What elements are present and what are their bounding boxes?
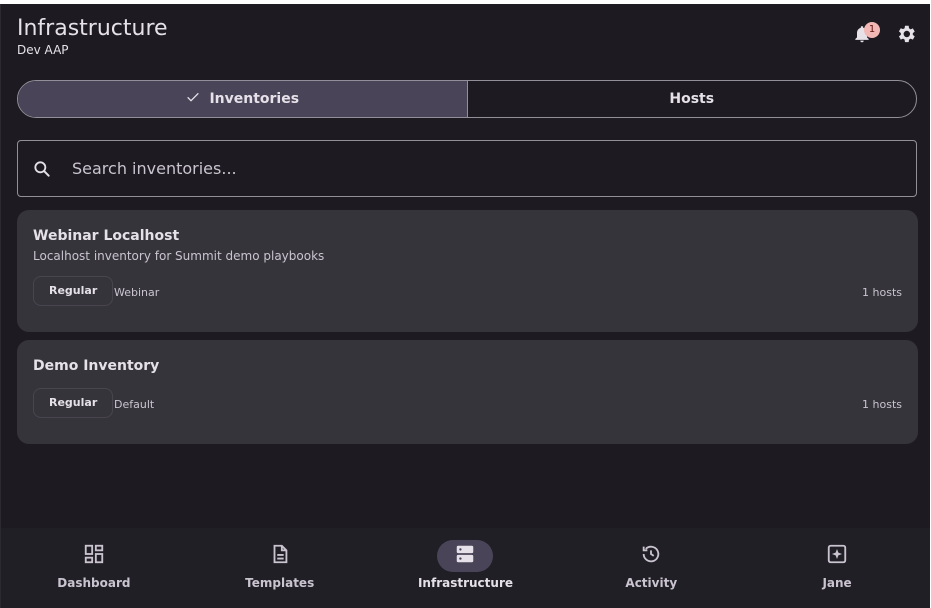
check-icon: [185, 89, 201, 109]
gear-icon: [895, 23, 917, 49]
dashboard-icon: [83, 543, 105, 569]
tab-hosts[interactable]: Hosts: [468, 81, 917, 117]
sparkle-icon: [826, 543, 848, 569]
inventory-host-count: 1 hosts: [862, 286, 902, 299]
inventory-kind-chip[interactable]: Regular: [33, 388, 114, 418]
search-bar: [17, 140, 917, 197]
search-input[interactable]: [70, 158, 854, 179]
nav-item-activity[interactable]: Activity: [558, 528, 744, 608]
bottom-navigation: Dashboard Templates Infrastructure Activ…: [1, 528, 930, 608]
inventory-organization: Webinar: [114, 286, 160, 299]
history-icon: [640, 543, 662, 569]
inventory-card-webinar-localhost[interactable]: Webinar Localhost Localhost inventory fo…: [17, 210, 918, 332]
inventory-name: Demo Inventory: [33, 358, 160, 374]
inventory-organization: Default: [114, 398, 155, 411]
tab-label: Hosts: [669, 91, 715, 107]
nav-item-infrastructure[interactable]: Infrastructure: [373, 528, 559, 608]
nav-icon-container: [66, 540, 122, 572]
header-actions: 1: [850, 22, 918, 48]
settings-button[interactable]: [894, 24, 918, 48]
page-title: Infrastructure: [17, 16, 168, 41]
tab-label: Inventories: [209, 91, 300, 107]
notifications-button[interactable]: 1: [850, 22, 880, 48]
nav-label: Activity: [625, 576, 678, 590]
nav-icon-container: [623, 540, 679, 572]
search-icon: [30, 157, 54, 181]
nav-icon-container: [437, 540, 494, 572]
inventory-description: Localhost inventory for Summit demo play…: [33, 249, 325, 263]
nav-label: Infrastructure: [417, 576, 514, 590]
nav-label: Templates: [245, 576, 315, 590]
page-subtitle: Dev AAP: [17, 43, 69, 57]
inventory-name: Webinar Localhost: [33, 228, 180, 244]
page-header: Infrastructure Dev AAP: [17, 16, 168, 57]
nav-label: Jane: [822, 576, 852, 590]
app-window: Infrastructure Dev AAP 1 Inventories Hos…: [0, 4, 930, 608]
inventory-kind-chip[interactable]: Regular: [33, 276, 114, 306]
notification-badge: 1: [864, 22, 880, 38]
nav-item-templates[interactable]: Templates: [187, 528, 373, 608]
tab-inventories[interactable]: Inventories: [18, 81, 468, 117]
server-icon: [454, 543, 476, 569]
document-icon: [269, 543, 291, 569]
view-tabs: Inventories Hosts: [17, 80, 917, 118]
nav-item-jane[interactable]: Jane: [744, 528, 930, 608]
inventory-card-demo-inventory[interactable]: Demo Inventory Regular Default 1 hosts: [17, 340, 918, 444]
nav-icon-container: [809, 540, 865, 572]
nav-label: Dashboard: [57, 576, 131, 590]
inventory-host-count: 1 hosts: [862, 398, 902, 411]
nav-icon-container: [252, 540, 308, 572]
nav-item-dashboard[interactable]: Dashboard: [1, 528, 187, 608]
